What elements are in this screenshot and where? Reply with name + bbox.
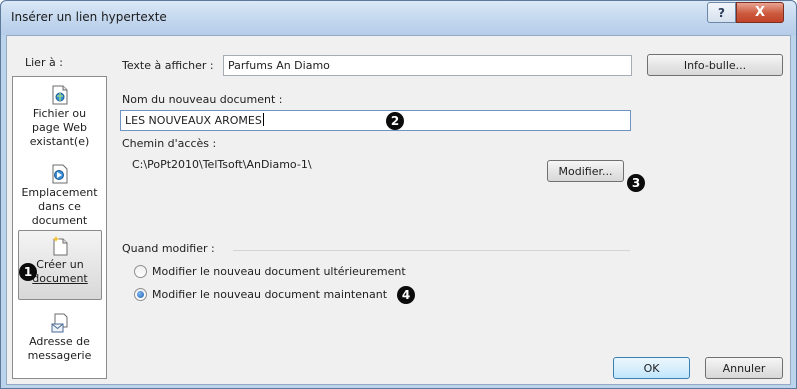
nav-item-email-address[interactable]: Adresse de messagerie — [13, 313, 106, 363]
radio-button[interactable] — [134, 288, 147, 301]
web-page-icon — [52, 85, 67, 105]
nav-item-label: existant(e) — [29, 135, 90, 148]
nav-item-label: Adresse de — [29, 335, 90, 348]
nav-item-label: page Web — [32, 121, 87, 134]
radio-selected-dot — [137, 291, 144, 298]
new-document-icon — [52, 236, 68, 256]
radio-label: Modifier le nouveau document maintenant — [152, 288, 388, 301]
nav-item-label: Emplacement — [21, 186, 98, 199]
callout-badge: 3 — [627, 174, 645, 192]
dialog-title: Insérer un lien hypertexte — [11, 10, 167, 24]
nav-item-existing-file[interactable]: Fichier ou page Web existant(e) — [13, 85, 106, 149]
place-in-document-icon — [52, 164, 67, 184]
nav-item-label: messagerie — [27, 349, 92, 362]
title-bar: Insérer un lien hypertexte ? X — [1, 1, 796, 35]
screentip-button[interactable]: Info-bulle... — [647, 54, 783, 76]
when-to-edit-label: Quand modifier : — [122, 242, 215, 255]
modify-button[interactable]: Modifier... — [547, 160, 624, 182]
callout-badge: 4 — [397, 286, 415, 304]
link-to-label: Lier à : — [25, 56, 63, 69]
callout-badge: 2 — [386, 112, 404, 130]
link-to-panel: Fichier ou page Web existant(e) Emplacem… — [12, 76, 107, 379]
cancel-button[interactable]: Annuler — [705, 357, 783, 379]
path-value: C:\PoPt2010\TelTsoft\AnDiamo-1\ — [132, 158, 312, 171]
text-to-display-label: Texte à afficher : — [122, 59, 214, 72]
new-document-name-value: LES NOUVEAUX AROMES — [125, 114, 262, 127]
section-divider — [233, 250, 630, 251]
radio-edit-now[interactable]: Modifier le nouveau document maintenant — [134, 288, 387, 301]
new-document-name-label: Nom du nouveau document : — [122, 93, 283, 106]
ok-button[interactable]: OK — [613, 357, 690, 379]
text-caret — [262, 113, 264, 126]
text-to-display-input[interactable]: Parfums An Diamo — [223, 55, 632, 76]
nav-item-place-in-document[interactable]: Emplacement dans ce document — [13, 164, 106, 228]
radio-edit-later[interactable]: Modifier le nouveau document ultérieurem… — [134, 265, 406, 278]
path-label: Chemin d'accès : — [122, 137, 217, 150]
dialog-body — [6, 35, 791, 385]
email-address-icon — [51, 313, 67, 333]
radio-label: Modifier le nouveau document ultérieurem… — [152, 265, 406, 278]
callout-badge: 1 — [19, 263, 37, 281]
help-button[interactable]: ? — [707, 2, 736, 23]
nav-item-label: dans ce — [38, 200, 81, 213]
help-icon: ? — [718, 5, 725, 20]
hyperlink-dialog: Insérer un lien hypertexte ? X Lier à : … — [0, 0, 797, 389]
close-button[interactable]: X — [736, 2, 784, 23]
nav-item-label: document — [31, 214, 88, 227]
nav-item-label: Fichier ou — [32, 107, 87, 120]
close-icon: X — [754, 5, 766, 20]
new-document-name-input[interactable]: LES NOUVEAUX AROMES — [120, 110, 631, 131]
radio-button[interactable] — [134, 265, 147, 278]
